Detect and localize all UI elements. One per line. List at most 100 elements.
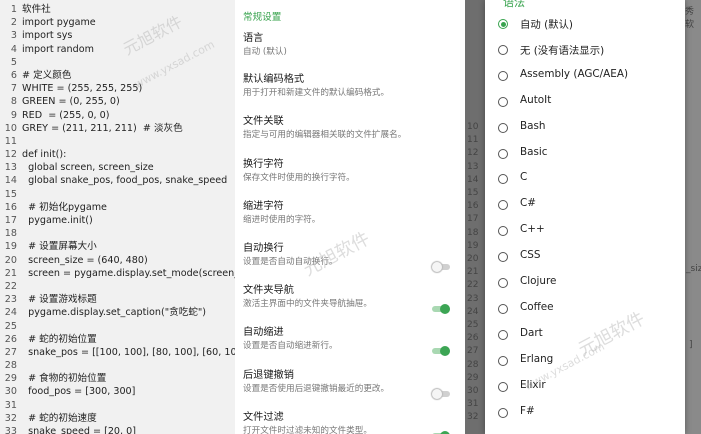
setting-item[interactable]: 默认编码格式 用于打开和新建文件的默认编码格式。	[243, 73, 458, 99]
syntax-option[interactable]: Elixir	[485, 375, 685, 401]
radio-button-icon[interactable]	[498, 329, 508, 340]
syntax-option[interactable]: Basic	[485, 142, 685, 168]
syntax-option[interactable]: 自动 (默认)	[485, 12, 685, 38]
code-line[interactable]: 12 def init():	[0, 148, 235, 161]
code-line[interactable]: 29 # 食物的初始位置	[0, 372, 235, 385]
syntax-option[interactable]: Dart	[485, 323, 685, 349]
syntax-option[interactable]: Coffee	[485, 297, 685, 323]
code-line[interactable]: 32 # 蛇的初始速度	[0, 412, 235, 425]
syntax-option-label: C	[520, 171, 528, 184]
radio-button-icon[interactable]	[498, 174, 508, 185]
code-line[interactable]: 16 # 初始化pygame	[0, 201, 235, 214]
setting-description: 设置是否自动自动换行。	[243, 257, 338, 267]
code-line[interactable]: 10 GREY = (211, 211, 211) # 淡灰色	[0, 122, 235, 135]
syntax-option[interactable]: C++	[485, 219, 685, 245]
syntax-option[interactable]: CSS	[485, 245, 685, 271]
code-line[interactable]: 20 screen_size = (640, 480)	[0, 254, 235, 267]
line-number: 21	[4, 267, 17, 279]
code-line[interactable]: 5	[0, 56, 235, 69]
line-number: 15	[4, 188, 17, 200]
setting-item[interactable]: 后退键撤销 设置是否使用后退键撤销最近的更改。	[243, 369, 458, 399]
setting-title: 缩进字符	[243, 201, 284, 212]
radio-button-icon[interactable]	[498, 407, 508, 418]
setting-item[interactable]: 文件夹导航 激活主界面中的文件夹导航抽屉。	[243, 284, 458, 314]
syntax-option-label: CSS	[520, 249, 541, 262]
syntax-option[interactable]: Erlang	[485, 349, 685, 375]
code-line[interactable]: 24 pygame.display.set_caption("贪吃蛇")	[0, 306, 235, 319]
code-line[interactable]: 26 # 蛇的初始位置	[0, 333, 235, 346]
setting-item[interactable]: 语言 自动 (默认)	[243, 32, 458, 58]
line-number: 13	[4, 162, 17, 174]
code-line[interactable]: 6 # 定义颜色	[0, 69, 235, 82]
toggle-switch[interactable]	[432, 346, 450, 356]
code-line[interactable]: 14 global snake_pos, food_pos, snake_spe…	[0, 174, 235, 187]
syntax-option[interactable]: AutoIt	[485, 90, 685, 116]
radio-button-icon[interactable]	[498, 19, 508, 29]
radio-button-icon[interactable]	[498, 96, 508, 107]
code-editor[interactable]: 1 软件社 2 import pygame 3 import sys 4 import ran…	[0, 0, 235, 434]
code-line[interactable]: 3 import sys	[0, 29, 235, 42]
syntax-option-label: Dart	[520, 326, 543, 339]
code-line[interactable]: 30 food_pos = [300, 300]	[0, 385, 235, 398]
setting-description: 自动 (默认)	[243, 47, 287, 57]
syntax-option[interactable]: Bash	[485, 116, 685, 142]
code-line[interactable]: 17 pygame.init()	[0, 214, 235, 227]
syntax-option[interactable]: F#	[485, 401, 685, 427]
radio-button-icon[interactable]	[498, 303, 508, 314]
code-line[interactable]: 23 # 设置游戏标题	[0, 293, 235, 306]
code-line[interactable]: 9 RED = (255, 0, 0)	[0, 109, 235, 122]
syntax-option-label: Erlang	[520, 352, 554, 365]
code-text: # 食物的初始位置	[22, 373, 107, 385]
code-text: # 定义颜色	[22, 69, 72, 81]
code-line[interactable]: 27 snake_pos = [[100, 100], [80, 100], […	[0, 346, 235, 359]
background-line-number: 19	[467, 240, 479, 251]
radio-button-icon[interactable]	[498, 122, 508, 133]
radio-button-icon[interactable]	[498, 226, 508, 237]
code-line[interactable]: 31	[0, 399, 235, 412]
syntax-option[interactable]: C#	[485, 193, 685, 219]
syntax-option[interactable]: C	[485, 167, 685, 193]
code-line[interactable]: 2 import pygame	[0, 16, 235, 29]
toggle-switch[interactable]	[432, 389, 450, 399]
code-line[interactable]: 11	[0, 135, 235, 148]
syntax-option[interactable]: Clojure	[485, 271, 685, 297]
code-line[interactable]: 22	[0, 280, 235, 293]
background-line-number: 15	[467, 188, 479, 198]
setting-item[interactable]: 缩进字符 缩进时使用的字符。	[243, 200, 458, 226]
code-line[interactable]: 19 # 设置屏幕大小	[0, 240, 235, 253]
code-text: food_pos = [300, 300]	[22, 386, 136, 398]
setting-item[interactable]: 文件关联 指定与可用的编辑器相关联的文件扩展名。	[243, 115, 458, 141]
code-line[interactable]: 4 import random	[0, 43, 235, 56]
code-line[interactable]: 1 软件社	[0, 3, 235, 16]
setting-title: 文件过滤	[243, 412, 284, 423]
toggle-switch[interactable]	[432, 262, 450, 272]
code-line[interactable]: 25	[0, 320, 235, 333]
radio-button-icon[interactable]	[498, 148, 508, 159]
line-number: 30	[4, 386, 17, 398]
setting-item[interactable]: 换行字符 保存文件时使用的换行字符。	[243, 158, 458, 184]
setting-title: 换行字符	[243, 159, 284, 170]
radio-button-icon[interactable]	[498, 278, 508, 288]
setting-item[interactable]: 文件过滤 打开文件时过滤未知的文件类型。	[243, 411, 458, 434]
code-line[interactable]: 33 snake_speed = [20, 0]	[0, 425, 235, 434]
code-line[interactable]: 18	[0, 227, 235, 240]
setting-item[interactable]: 自动换行 设置是否自动自动换行。	[243, 242, 458, 272]
setting-description: 用于打开和新建文件的默认编码格式。	[243, 88, 390, 98]
code-line[interactable]: 21 screen = pygame.display.set_mode(scre…	[0, 267, 235, 280]
code-line[interactable]: 13 global screen, screen_size	[0, 161, 235, 174]
syntax-option[interactable]: 无 (没有语法显示)	[485, 38, 685, 64]
code-line[interactable]: 7 WHITE = (255, 255, 255)	[0, 82, 235, 95]
radio-button-icon[interactable]	[498, 252, 508, 263]
syntax-option[interactable]: Assembly (AGC/AEA)	[485, 64, 685, 90]
radio-button-icon[interactable]	[498, 355, 508, 366]
setting-item[interactable]: 自动缩进 设置是否自动缩进新行。	[243, 326, 458, 356]
toggle-switch[interactable]	[432, 304, 450, 314]
code-line[interactable]: 28	[0, 359, 235, 372]
radio-button-icon[interactable]	[498, 70, 508, 81]
radio-button-icon[interactable]	[498, 200, 508, 211]
radio-button-icon[interactable]	[498, 381, 508, 392]
code-line[interactable]: 8 GREEN = (0, 255, 0)	[0, 95, 235, 108]
radio-button-icon[interactable]	[498, 44, 508, 55]
code-line[interactable]: 15	[0, 188, 235, 201]
toggle-thumb	[440, 304, 450, 314]
